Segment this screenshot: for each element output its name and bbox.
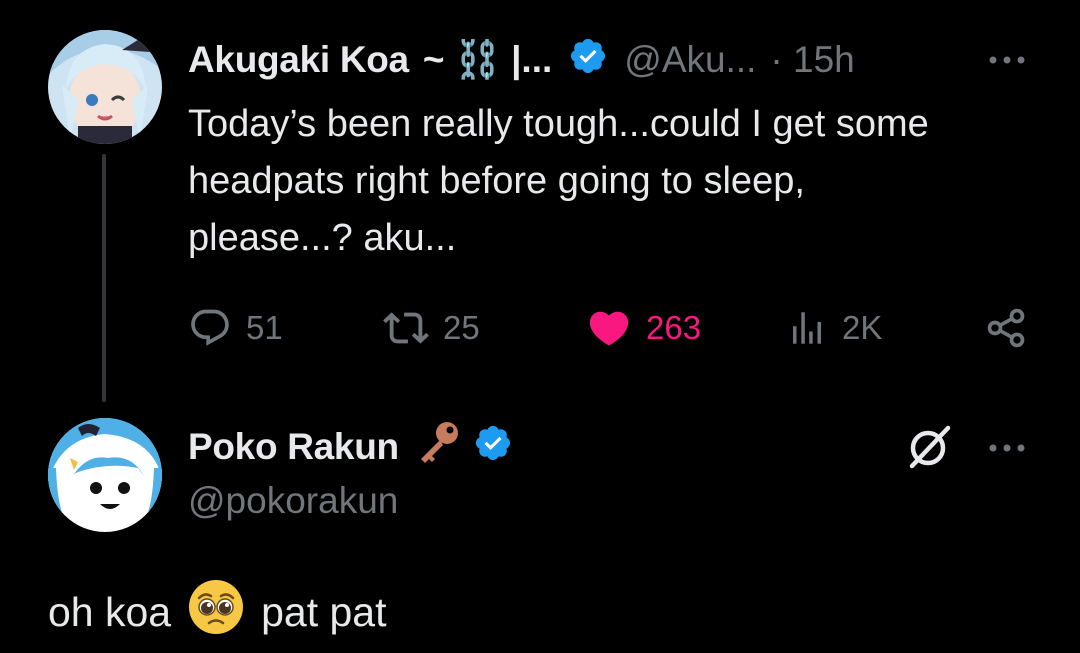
- reply-display-name[interactable]: Poko Rakun: [188, 426, 399, 468]
- key-icon: [413, 418, 463, 477]
- grok-icon[interactable]: [902, 420, 956, 479]
- views-count: 2K: [842, 309, 883, 346]
- reply-icon: [188, 306, 232, 350]
- reply-header: Poko Rakun: [188, 420, 513, 474]
- views-button[interactable]: 2K: [786, 300, 882, 356]
- reply-button[interactable]: 51: [188, 300, 283, 356]
- verified-badge-icon: [568, 36, 608, 85]
- thread-connector-line: [102, 154, 106, 402]
- share-button[interactable]: [984, 300, 1028, 356]
- reply-text: oh koa pat pat: [48, 578, 387, 646]
- handle[interactable]: @Aku...: [624, 39, 756, 81]
- repost-count: 25: [443, 309, 480, 346]
- like-count: 263: [646, 309, 702, 346]
- reply-count: 51: [246, 309, 283, 346]
- like-button[interactable]: 263: [586, 300, 701, 356]
- repost-button[interactable]: 25: [383, 300, 480, 356]
- reply-handle[interactable]: @pokorakun: [188, 480, 398, 522]
- reply-text-start: oh koa: [48, 588, 172, 635]
- share-icon: [984, 306, 1028, 350]
- more-options-icon[interactable]: [986, 46, 1028, 79]
- verified-badge-icon: [473, 423, 513, 472]
- more-options-icon[interactable]: [986, 434, 1028, 467]
- name-suffix: ~ ⛓️ |...: [422, 38, 553, 80]
- avatar-akugaki-koa[interactable]: [48, 30, 162, 144]
- pleading-face-emoji: [187, 578, 245, 646]
- timestamp[interactable]: · 15h: [770, 39, 854, 81]
- reply-text-end: pat pat: [261, 588, 387, 635]
- tweet-text: Today’s been really tough...could I get …: [188, 103, 929, 259]
- heart-icon: [586, 305, 632, 351]
- repost-icon: [383, 305, 429, 351]
- avatar-poko-rakun[interactable]: [48, 418, 162, 532]
- tweet-header: Akugaki Koa ~ ⛓️ |... @Aku... · 15h: [188, 34, 855, 86]
- views-icon: [786, 307, 828, 349]
- display-name[interactable]: Akugaki Koa: [188, 39, 409, 81]
